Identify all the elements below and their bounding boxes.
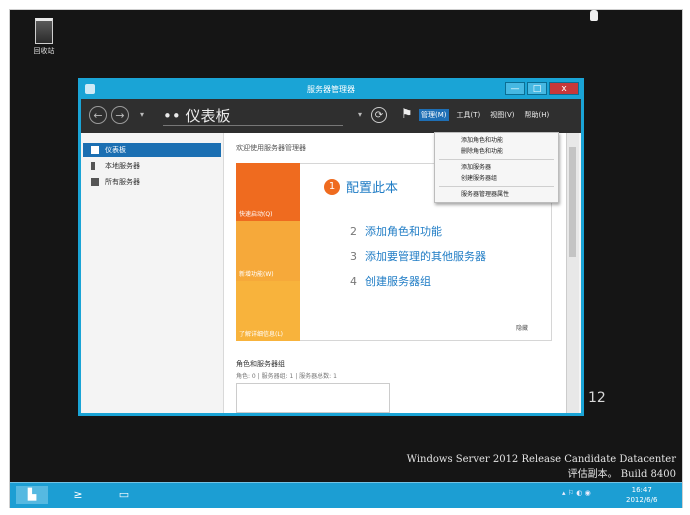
refresh-icon[interactable]: ⟳ [371,107,387,123]
server-icon [91,162,95,170]
breadcrumb-dropdown-icon[interactable]: ▾ [351,106,369,124]
recycle-bin[interactable]: 回收站 [24,18,64,56]
back-arrow-icon[interactable]: ← [89,106,107,124]
step-add-roles[interactable]: 2 添加角色和功能 [350,223,442,239]
desktop-build-fragment: 12 [588,390,606,406]
menu-item-remove-roles[interactable]: 删除角色和功能 [435,146,558,157]
os-watermark: Windows Server 2012 Release Candidate Da… [407,452,676,482]
step-number: 3 [350,249,357,263]
tile-quick-start[interactable]: 快速启动(Q) [236,163,300,221]
step-number: 4 [350,274,357,288]
tile-learn-more[interactable]: 了解详细信息(L) [236,281,300,341]
menu-item-add-servers[interactable]: 添加服务器 [435,162,558,173]
recycle-bin-label: 回收站 [33,47,55,55]
roles-groups-summary: 角色: 0 | 服务器组: 1 | 服务器总数: 1 [236,373,337,380]
history-dropdown-icon[interactable]: ▾ [133,106,151,124]
menu-item-properties[interactable]: 服务器管理器属性 [435,189,558,200]
dashboard-icon [91,146,99,154]
servers-icon [91,178,99,186]
taskbar-clock[interactable]: 16:47 2012/6/6 [626,485,657,505]
menu-item-add-roles[interactable]: 添加角色和功能 [435,135,558,146]
step-number-badge: 1 [324,178,340,195]
hide-link[interactable]: 隐藏 [516,323,528,332]
vertical-scrollbar[interactable] [566,133,579,413]
step-number: 2 [350,224,357,238]
sidebar-item-dashboard[interactable]: 仪表板 [83,143,221,157]
menu-separator [439,186,554,187]
minimize-button[interactable]: — [505,82,525,95]
clock-time: 16:47 [631,486,652,494]
window-controls: — □ x [505,82,579,95]
menu-help[interactable]: 帮助(H) [523,109,552,121]
menu-item-create-server-group[interactable]: 创建服务器组 [435,173,558,184]
sidebar-item-label: 仪表板 [105,146,126,154]
welcome-heading: 欢迎使用服务器管理器 [236,144,306,152]
step-link: 创建服务器组 [365,275,431,288]
menu-view[interactable]: 视图(V) [488,109,516,121]
clock-date: 2012/6/6 [626,496,658,504]
file-explorer-taskbar-icon[interactable]: ▭ [108,486,140,504]
menu-manage[interactable]: 管理(M) [419,109,449,121]
step-link: 添加角色和功能 [365,225,442,238]
title-bar[interactable]: 服务器管理器 — □ x [81,81,581,99]
step-link: 添加要管理的其他服务器 [365,250,486,263]
server-group-tile[interactable] [236,383,390,413]
sidebar: 仪表板 本地服务器 所有服务器 [81,133,224,413]
recycle-bin-icon [35,18,53,44]
scrollbar-thumb[interactable] [569,147,576,257]
forward-arrow-icon[interactable]: → [111,106,129,124]
close-button[interactable]: x [549,82,579,95]
step-create-group[interactable]: 4 创建服务器组 [350,273,431,289]
sidebar-item-label: 本地服务器 [105,162,140,170]
step-add-servers[interactable]: 3 添加要管理的其他服务器 [350,248,486,264]
manage-dropdown-menu: 添加角色和功能 删除角色和功能 添加服务器 创建服务器组 服务器管理器属性 [434,132,559,203]
maximize-button[interactable]: □ [527,82,547,95]
sidebar-item-label: 所有服务器 [105,178,140,186]
screen-frame: 回收站 12 Windows Server 2012 Release Candi… [9,9,683,508]
watermark-line-1: Windows Server 2012 Release Candidate Da… [406,454,676,465]
breadcrumb-underline [163,125,343,126]
roles-groups-heading: 角色和服务器组 [236,360,285,368]
server-manager-taskbar-icon[interactable]: ▙ [16,486,48,504]
step-configure[interactable]: 1 配置此本 [324,177,398,196]
notifications-flag-icon[interactable]: ⚑ [401,107,413,122]
sidebar-item-local-server[interactable]: 本地服务器 [83,159,221,173]
navigation-bar: ← → ▾ •• 仪表板 ▾ ⟳ ⚑ 管理(M) 工具(T) 视图(V) 帮助(… [81,99,581,133]
hand-cursor-icon [590,10,598,21]
menu-tools[interactable]: 工具(T) [455,109,483,121]
menu-separator [439,159,554,160]
tile-whats-new[interactable]: 新增功能(W) [236,221,300,281]
step-link: 配置此本 [346,181,399,196]
sidebar-item-all-servers[interactable]: 所有服务器 [83,175,221,189]
server-manager-window: 服务器管理器 — □ x ← → ▾ •• 仪表板 ▾ ⟳ ⚑ 管理(M) 工具… [78,78,584,416]
menu-bar: 管理(M) 工具(T) 视图(V) 帮助(H) [419,109,551,121]
watermark-line-2: 评估副本。 Build 8400 [567,469,676,480]
breadcrumb: •• 仪表板 [163,107,231,125]
taskbar: ▙ ≥ ▭ ▴ ⚐ ◐ ◉ 16:47 2012/6/6 [10,482,682,508]
system-tray-icons[interactable]: ▴ ⚐ ◐ ◉ [562,489,591,497]
powershell-taskbar-icon[interactable]: ≥ [62,486,94,504]
